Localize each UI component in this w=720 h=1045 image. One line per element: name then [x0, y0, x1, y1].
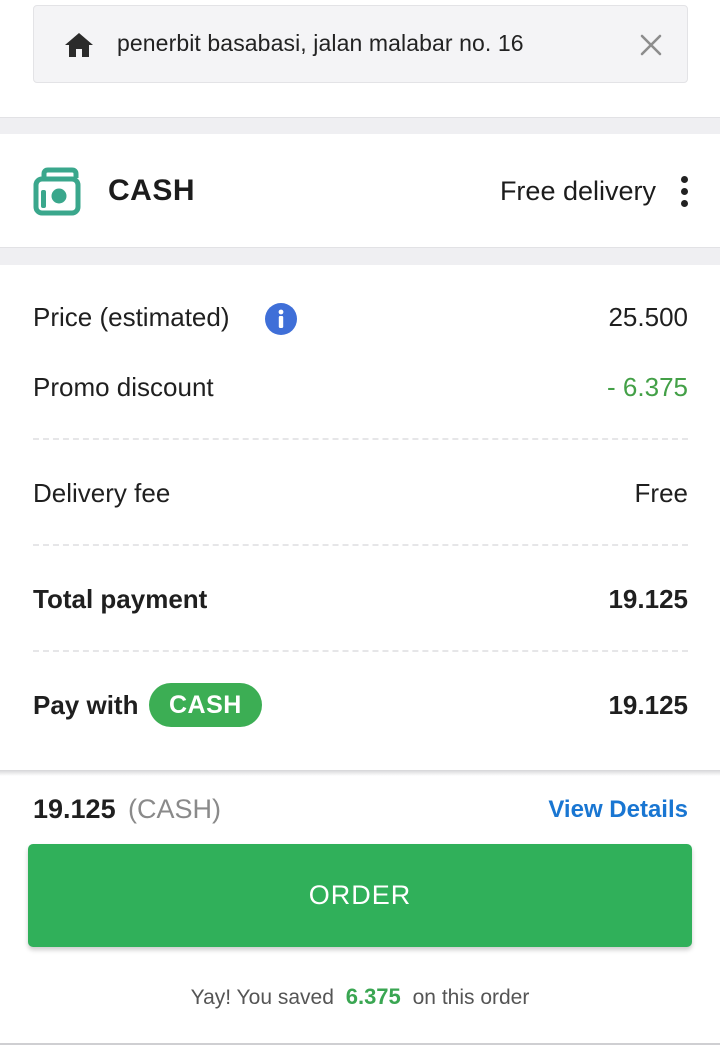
total-value: 19.125: [608, 584, 688, 614]
pay-with-label: Pay with: [33, 690, 139, 720]
delivery-fee-row: Delivery fee Free: [33, 478, 688, 518]
delivery-type-label: Free delivery: [499, 176, 656, 206]
savings-prefix: Yay! You saved: [190, 986, 334, 1009]
total-row: Total payment 19.125: [33, 584, 688, 624]
address-field[interactable]: penerbit basabasi, jalan malabar no. 16: [33, 5, 688, 83]
address-section: penerbit basabasi, jalan malabar no. 16: [0, 0, 720, 117]
dashed-divider: [33, 650, 688, 652]
dashed-divider: [33, 544, 688, 546]
promo-value: - 6.375: [607, 372, 688, 402]
price-label: Price (estimated): [33, 302, 230, 332]
delivery-fee-value: Free: [634, 478, 688, 508]
price-row: Price (estimated) 25.500: [33, 302, 688, 342]
savings-amount: 6.375: [345, 984, 401, 1009]
delivery-fee-label: Delivery fee: [33, 478, 171, 508]
section-divider: [0, 247, 720, 266]
info-icon[interactable]: [265, 303, 297, 335]
home-icon: [65, 33, 93, 57]
order-panel: 19.125 (CASH) View Details ORDER Yay! Yo…: [0, 776, 720, 1045]
pay-with-row: Pay with CASH 19.125: [33, 683, 688, 730]
dashed-divider: [33, 438, 688, 440]
summary-amount: 19.125: [33, 794, 116, 824]
cash-icon: [33, 167, 81, 216]
payment-method-label: CASH: [108, 174, 196, 207]
pay-method-badge: CASH: [149, 683, 262, 727]
summary-method: (CASH): [128, 794, 221, 824]
promo-row: Promo discount - 6.375: [33, 372, 688, 412]
promo-label: Promo discount: [33, 372, 214, 402]
section-divider: [0, 117, 720, 135]
price-details: Price (estimated) 25.500 Promo discount …: [0, 265, 720, 770]
savings-suffix: on this order: [412, 986, 530, 1009]
total-label: Total payment: [33, 584, 208, 614]
order-button[interactable]: ORDER: [28, 844, 692, 947]
price-value: 25.500: [608, 302, 688, 332]
pay-with-value: 19.125: [608, 690, 688, 720]
payment-method-row[interactable]: CASH Free delivery: [0, 134, 720, 247]
more-vert-icon[interactable]: [678, 176, 690, 208]
view-details-link[interactable]: View Details: [548, 796, 688, 824]
close-icon[interactable]: [640, 34, 662, 56]
address-text: penerbit basabasi, jalan malabar no. 16: [117, 30, 524, 56]
savings-message: Yay! You saved 6.375 on this order: [0, 984, 720, 1010]
